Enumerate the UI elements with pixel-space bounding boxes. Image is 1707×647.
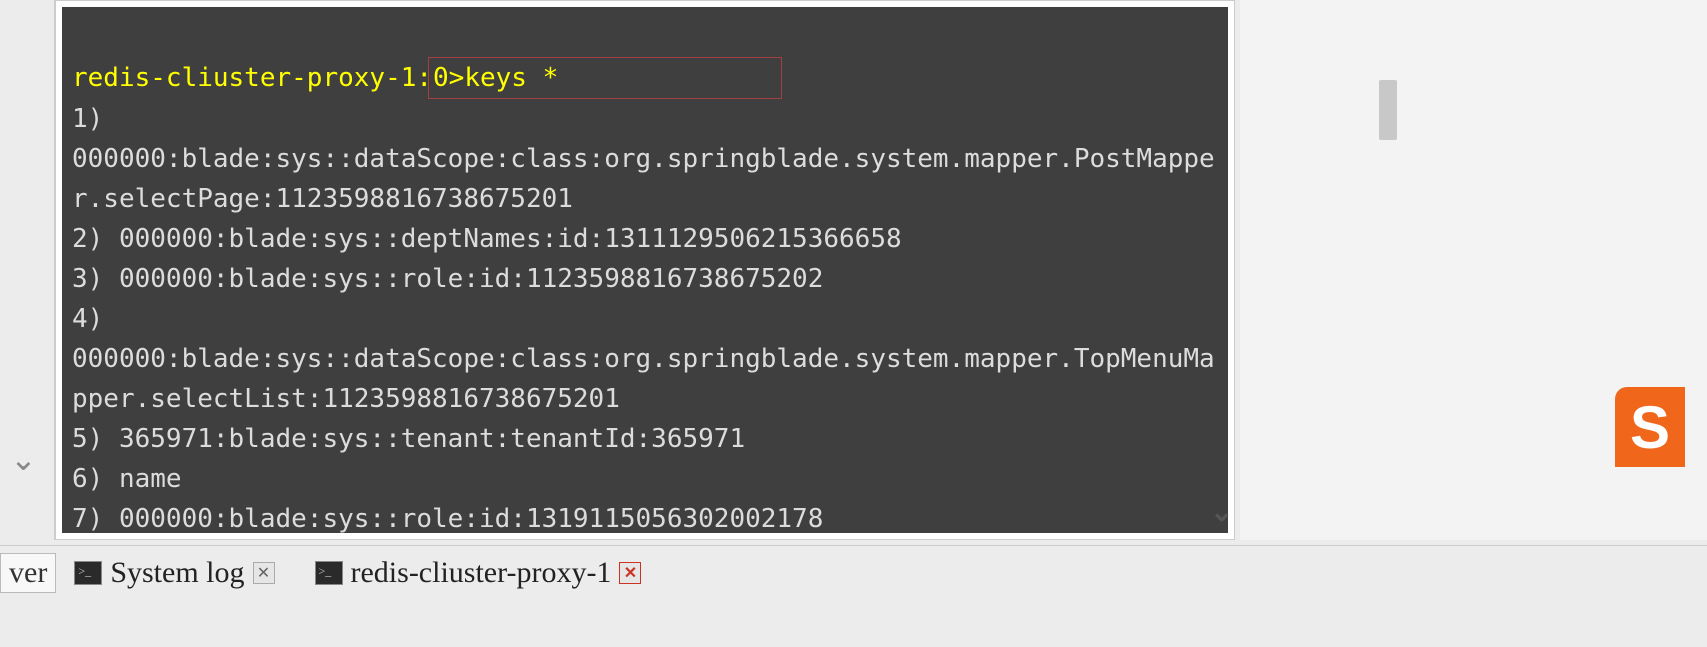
tab-redis-proxy[interactable]: >_ redis-cliuster-proxy-1 ✕ bbox=[315, 556, 642, 590]
app-frame: ⌄ redis-cliuster-proxy-1:0>keys * 1) 000… bbox=[0, 0, 1707, 647]
terminal-container: redis-cliuster-proxy-1:0>keys * 1) 00000… bbox=[55, 0, 1235, 540]
close-icon[interactable]: ✕ bbox=[253, 562, 275, 584]
ver-button[interactable]: ver bbox=[0, 553, 56, 593]
output-line: 7) 000000:blade:sys::role:id:13191150563… bbox=[72, 504, 823, 533]
terminal-prompt: redis-cliuster-proxy-1: bbox=[72, 63, 432, 93]
collapse-chevron-icon[interactable]: ⌄ bbox=[10, 440, 37, 478]
output-line: 000000:blade:sys::dataScope:class:org.sp… bbox=[72, 144, 1215, 214]
tab-bar: ver >_ System log ✕ >_ redis-cliuster-pr… bbox=[0, 545, 1707, 600]
terminal-command: keys * bbox=[464, 63, 558, 93]
output-line: 6) name bbox=[72, 464, 182, 494]
output-line: 3) 000000:blade:sys::role:id:11235988167… bbox=[72, 264, 823, 294]
badge-letter: S bbox=[1630, 393, 1670, 462]
left-gutter: ⌄ bbox=[0, 0, 55, 540]
tab-system-log[interactable]: >_ System log ✕ bbox=[74, 556, 274, 590]
tab-label: redis-cliuster-proxy-1 bbox=[351, 556, 612, 590]
tab-label: System log bbox=[110, 556, 244, 590]
output-line: 1) bbox=[72, 104, 103, 134]
terminal-icon: >_ bbox=[74, 561, 102, 585]
scroll-down-icon[interactable]: ⌄ bbox=[1210, 495, 1233, 529]
output-line: 000000:blade:sys::dataScope:class:org.sp… bbox=[72, 344, 1215, 414]
terminal-db: 0> bbox=[433, 63, 464, 93]
close-icon[interactable]: ✕ bbox=[619, 562, 641, 584]
scrollbar-thumb[interactable] bbox=[1379, 80, 1397, 140]
side-badge[interactable]: S bbox=[1615, 387, 1685, 467]
output-line: 4) bbox=[72, 304, 103, 334]
output-line: 5) 365971:blade:sys::tenant:tenantId:365… bbox=[72, 424, 745, 454]
terminal-output[interactable]: redis-cliuster-proxy-1:0>keys * 1) 00000… bbox=[62, 7, 1228, 533]
terminal-icon: >_ bbox=[315, 561, 343, 585]
output-line: 2) 000000:blade:sys::deptNames:id:131112… bbox=[72, 224, 902, 254]
